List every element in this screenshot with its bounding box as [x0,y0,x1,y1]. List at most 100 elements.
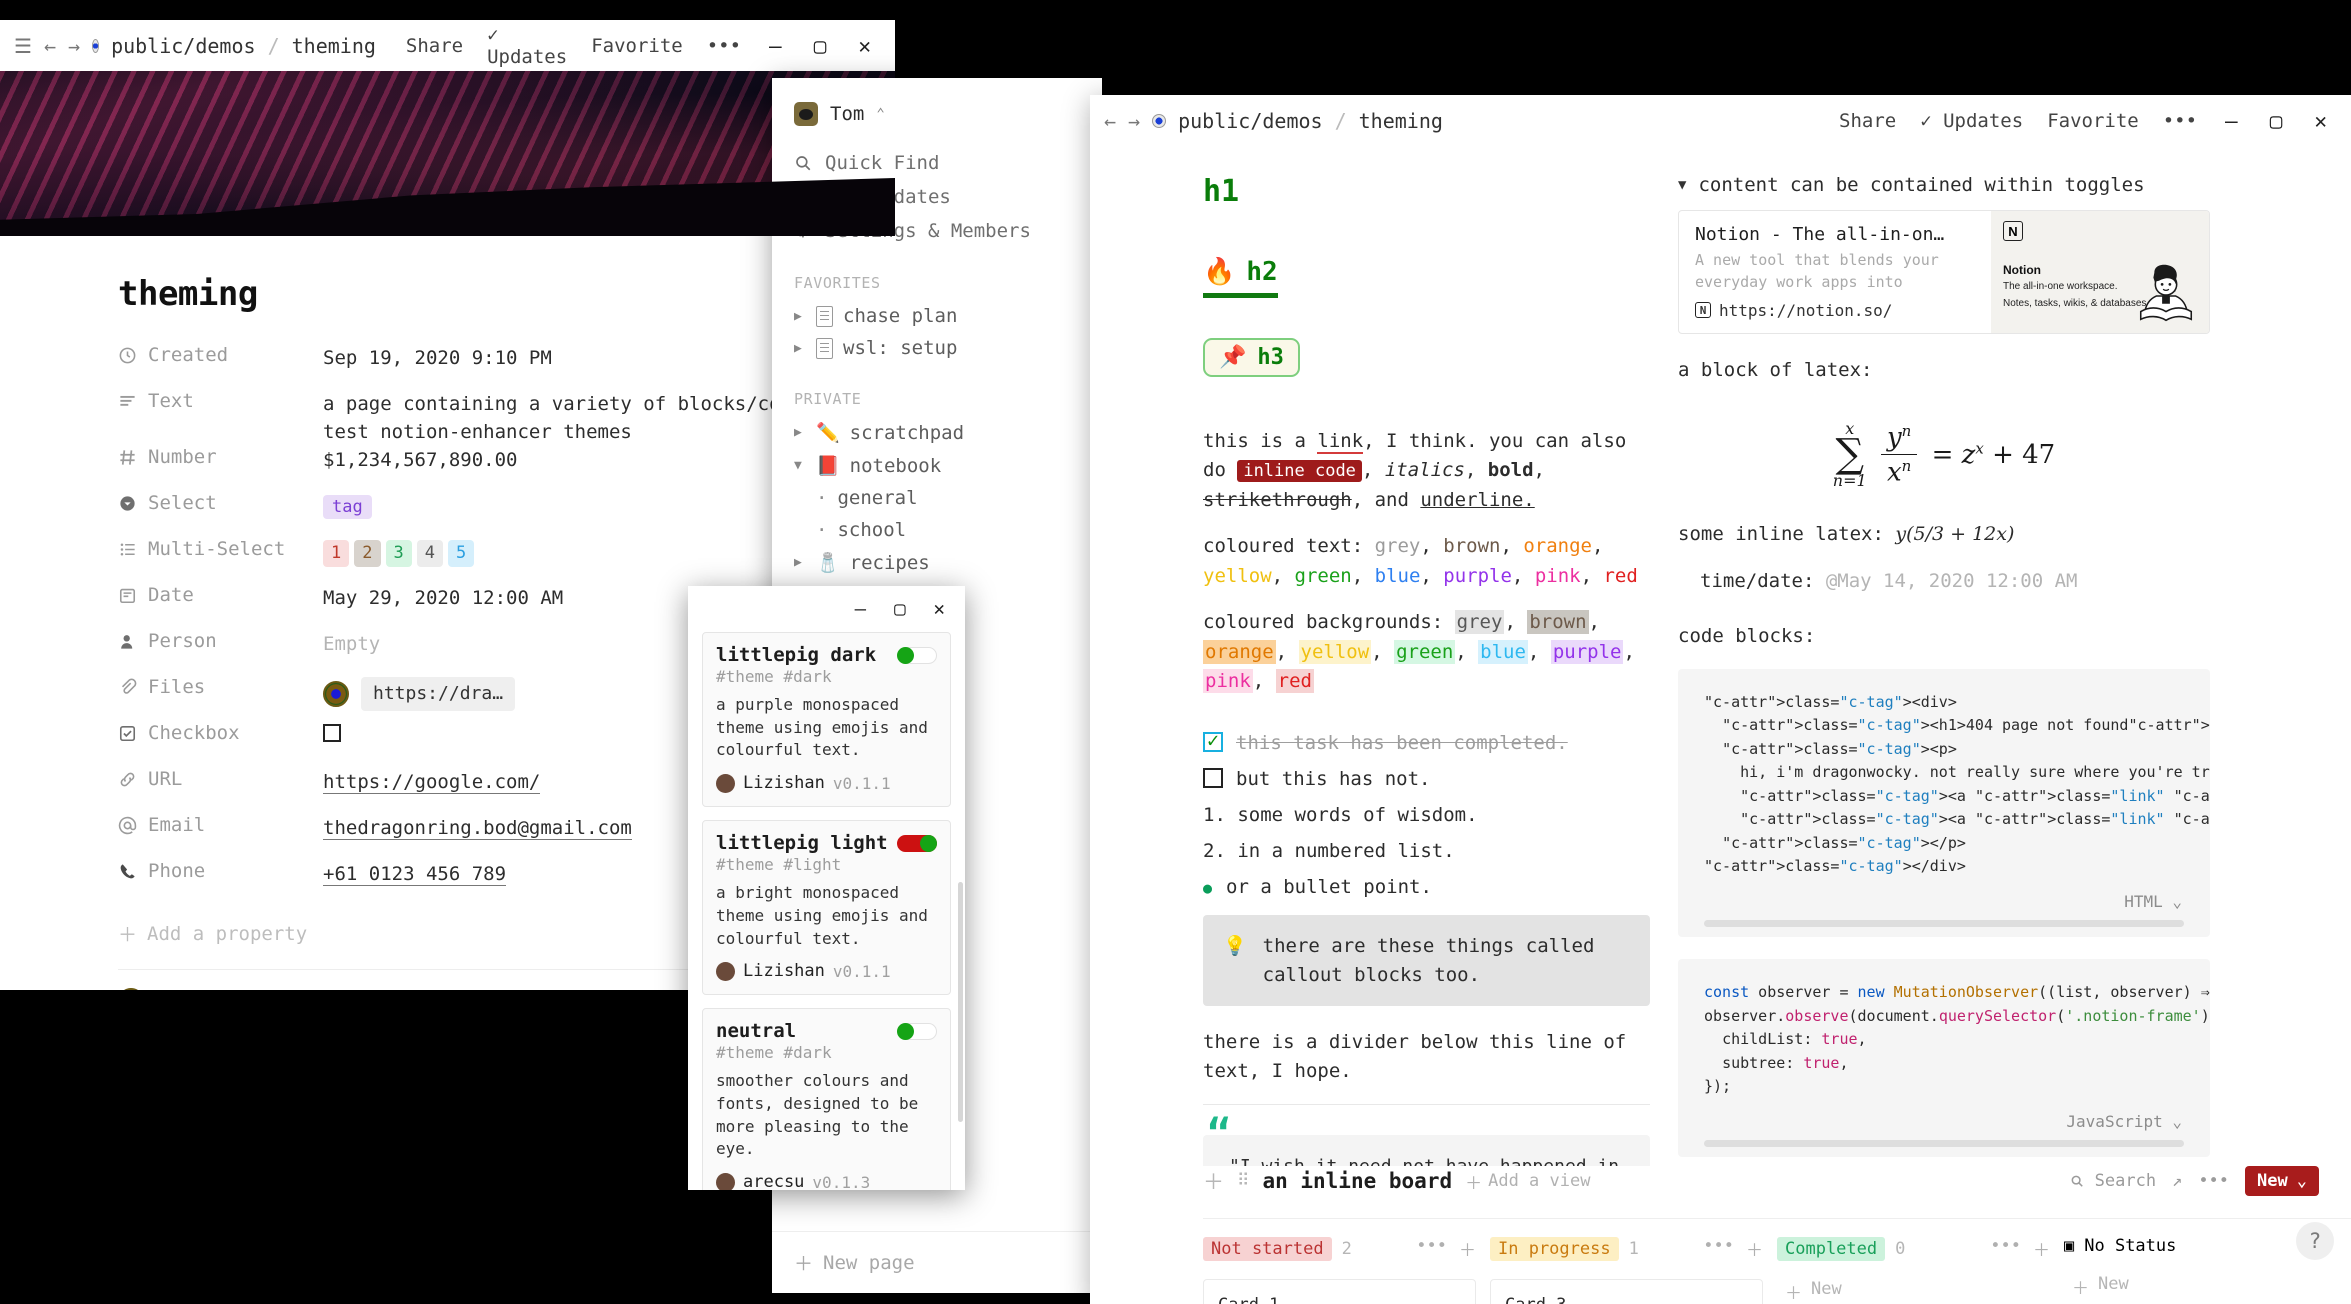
forward-icon[interactable]: → [1128,109,1140,133]
coloured-text-paragraph[interactable]: coloured text: grey, brown, orange, yell… [1203,532,1650,591]
property-value[interactable]: https://dra… [323,676,516,712]
theme-toggle[interactable] [897,646,937,664]
sidebar-subitem-school[interactable]: · school [772,514,1102,546]
chevron-down-icon[interactable]: ▼ [794,458,806,473]
maximize-button[interactable]: ▢ [804,32,837,60]
latex-block[interactable]: x ∑ n=1 yn xn = zx + 47 [1678,419,2210,490]
bookmark-block[interactable]: Notion - The all-in-on… A new tool that … [1678,210,2210,334]
divider-intro-text[interactable]: there is a divider below this line of te… [1203,1028,1650,1087]
heading-2[interactable]: 🔥 h2 [1203,257,1278,298]
breadcrumb-parent[interactable]: public/demos [1178,109,1323,133]
ordered-list-item[interactable]: 1. some words of wisdom. [1203,804,1650,826]
inline-link[interactable]: link [1317,430,1364,454]
close-button[interactable]: ✕ [848,32,881,60]
back-icon[interactable]: ← [44,34,56,58]
sidebar-subitem-general[interactable]: · general [772,482,1102,514]
property-value[interactable]: thedragonring.bod@gmail.com [323,814,632,843]
minimize-button[interactable]: — [2215,107,2248,135]
chevron-right-icon[interactable]: ▶ [794,309,806,324]
property-value[interactable]: tag [323,492,372,521]
close-button[interactable]: ✕ [922,595,957,623]
status-badge[interactable]: Not started [1203,1236,1332,1261]
breadcrumb-current[interactable]: theming [1359,109,1443,133]
phone-link[interactable]: +61 0123 456 789 [323,863,507,887]
code-horizontal-scrollbar[interactable] [1704,1139,2184,1147]
theme-card[interactable]: littlepig dark #theme #dark a purple mon… [702,632,951,808]
maximize-button[interactable]: ▢ [2260,107,2293,135]
column-more-icon[interactable]: ••• [1990,1236,2021,1261]
todo-item-done[interactable]: this task has been completed. [1203,728,1650,754]
property-value[interactable]: +61 0123 456 789 [323,860,507,889]
board-search-button[interactable]: Search [2070,1171,2156,1191]
chevron-right-icon[interactable]: ▶ [794,425,806,440]
back-icon[interactable]: ← [1104,109,1116,133]
chevron-updown-icon[interactable]: ⌃ [876,106,884,122]
code-block-html[interactable]: "c-attr">class="c-tag"><div> "c-attr">cl… [1678,668,2210,938]
select-tag[interactable]: tag [323,495,372,520]
property-value[interactable]: May 29, 2020 12:00 AM [323,584,563,613]
chevron-down-icon[interactable]: ▼ [1678,177,1686,193]
maximize-button[interactable]: ▢ [882,595,917,623]
favorite-button[interactable]: Favorite [585,33,689,59]
theme-list-scrollbar[interactable] [958,882,963,1122]
theme-toggle[interactable] [897,1022,937,1040]
column-add-icon[interactable]: ＋ [1746,1236,1763,1261]
add-card-button[interactable]: ＋ New [1777,1279,2050,1304]
toggle-block-header[interactable]: ▼ content can be contained within toggle… [1678,174,2210,196]
theme-toggle[interactable] [897,834,937,852]
timedate-paragraph[interactable]: time/date: @May 14, 2020 12:00 AM [1678,567,2210,596]
add-block-icon[interactable]: ＋ [1203,1166,1224,1196]
add-card-button[interactable]: ＋ New [2064,1274,2337,1299]
property-value[interactable]: $1,234,567,890.00 [323,446,517,475]
minimize-button[interactable]: — [759,32,792,60]
board-card[interactable]: Card 1 [1203,1279,1476,1304]
multiselect-tag[interactable]: 4 [416,540,443,567]
breadcrumb-parent[interactable]: public/demos [111,34,256,58]
column-add-icon[interactable]: ＋ [2033,1236,2050,1261]
status-badge[interactable]: In progress [1490,1236,1619,1261]
bookmark-url-row[interactable]: N https://notion.so/ [1695,301,1975,320]
add-view-button[interactable]: ＋ Add a view [1465,1169,1590,1194]
rich-text-paragraph[interactable]: this is a link, I think. you can also do… [1203,427,1650,515]
multiselect-tag[interactable]: 1 [323,540,350,567]
sidebar-item-quick-find[interactable]: Quick Find [772,146,1102,180]
sidebar-item-notebook[interactable]: ▼ 📕 notebook [772,449,1102,482]
new-page-button[interactable]: ＋ New page [772,1231,1102,1293]
board-more-icon[interactable]: ••• [2198,1171,2229,1191]
file-chip[interactable]: https://dra… [361,677,516,712]
chevron-right-icon[interactable]: ▶ [794,341,806,356]
todo-item-open[interactable]: but this has not. [1203,767,1650,790]
status-badge[interactable]: Completed [1777,1236,1886,1261]
minimize-button[interactable]: — [843,595,878,623]
heading-1[interactable]: h1 [1203,174,1650,209]
more-options-icon[interactable]: ••• [2157,108,2203,134]
url-link[interactable]: https://google.com/ [323,771,541,795]
expand-icon[interactable]: ↗ [2172,1171,2182,1191]
inline-latex-paragraph[interactable]: some inline latex: y(5/3 + 12x) [1678,520,2210,549]
email-link[interactable]: thedragonring.bod@gmail.com [323,817,632,841]
share-button[interactable]: Share [1833,108,1902,134]
sidebar-item-scratchpad[interactable]: ▶ ✏️ scratchpad [772,416,1102,449]
code-language-selector[interactable]: HTML ⌄ [1704,879,2184,918]
sidebar-item-recipes[interactable]: ▶ 🧂 recipes [772,546,1102,579]
hamburger-menu-icon[interactable]: ☰ [14,34,32,58]
theme-list[interactable]: littlepig dark #theme #dark a purple mon… [688,632,965,1190]
sidebar-item-chase-plan[interactable]: ▶ chase plan [772,300,1102,332]
checkbox-unchecked-icon[interactable] [1203,767,1223,788]
favorite-button[interactable]: Favorite [2041,108,2145,134]
multiselect-tags[interactable]: 12345 [323,538,479,567]
property-value[interactable]: Empty [323,630,380,659]
code-block-js[interactable]: const observer = new MutationObserver((l… [1678,959,2210,1157]
timedate-mention[interactable]: @May 14, 2020 12:00 AM [1826,570,2078,592]
ordered-list-item[interactable]: 2. in a numbered list. [1203,840,1650,862]
drag-handle-icon[interactable]: ⠿ [1237,1171,1249,1191]
heading-3[interactable]: 📌 h3 [1203,338,1300,377]
property-value[interactable] [323,722,341,751]
theme-manager-window[interactable]: — ▢ ✕ littlepig dark #theme #dark a purp… [688,586,965,1190]
theme-card[interactable]: neutral #theme #dark smoother colours an… [702,1008,951,1190]
chevron-down-icon[interactable]: ⌄ [2297,1171,2307,1191]
bulleted-list-item[interactable]: ● or a bullet point. [1203,876,1650,902]
help-button[interactable]: ? [2296,1222,2334,1260]
column-add-icon[interactable]: ＋ [1459,1236,1476,1261]
callout-block[interactable]: 💡 there are these things called callout … [1203,915,1650,1006]
